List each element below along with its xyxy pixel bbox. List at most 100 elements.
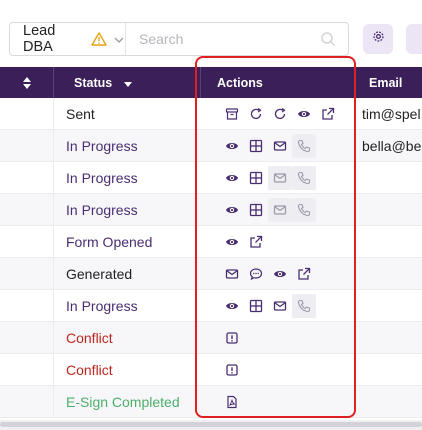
table-header: Status Actions Email bbox=[0, 67, 422, 98]
table-row[interactable]: Sent tim@spel bbox=[0, 98, 422, 130]
status-cell: In Progress bbox=[54, 130, 201, 161]
status-cell: In Progress bbox=[54, 290, 201, 321]
sort-icon bbox=[22, 76, 31, 89]
table-row[interactable]: In Progress bbox=[0, 194, 422, 226]
toolbar: Lead DBA bbox=[0, 0, 422, 66]
status-text: In Progress bbox=[66, 169, 138, 186]
email-cell[interactable] bbox=[355, 322, 422, 353]
actions-cell bbox=[201, 162, 355, 193]
mail-icon[interactable] bbox=[268, 294, 292, 318]
eye-icon[interactable] bbox=[220, 198, 244, 222]
row-select-cell[interactable] bbox=[0, 162, 54, 193]
status-cell: In Progress bbox=[54, 162, 201, 193]
phone-icon[interactable] bbox=[292, 197, 316, 222]
actions-cell bbox=[201, 258, 355, 289]
caret-down-icon bbox=[124, 81, 133, 87]
email-cell[interactable]: tim@spel bbox=[355, 98, 422, 129]
eye-icon[interactable] bbox=[220, 134, 244, 158]
email-column-header[interactable]: Email bbox=[355, 67, 422, 98]
eye-icon[interactable] bbox=[292, 102, 316, 126]
row-select-cell[interactable] bbox=[0, 290, 54, 321]
status-cell: Conflict bbox=[54, 322, 201, 353]
table-row[interactable]: In Progress bbox=[0, 162, 422, 194]
horizontal-scrollbar[interactable] bbox=[0, 420, 422, 430]
table-row[interactable]: Conflict bbox=[0, 322, 422, 354]
status-text: In Progress bbox=[66, 297, 138, 314]
status-cell: Generated bbox=[54, 258, 201, 289]
alert-icon[interactable] bbox=[220, 326, 244, 350]
warning-icon bbox=[91, 32, 107, 46]
scrollbar-thumb[interactable] bbox=[0, 422, 422, 427]
grid-icon[interactable] bbox=[244, 166, 268, 190]
eye-icon[interactable] bbox=[220, 294, 244, 318]
grid-icon[interactable] bbox=[244, 198, 268, 222]
archive-icon[interactable] bbox=[220, 102, 244, 126]
status-text: In Progress bbox=[66, 201, 138, 218]
email-cell[interactable] bbox=[355, 194, 422, 225]
settings-button[interactable] bbox=[363, 24, 393, 54]
external-link-icon[interactable] bbox=[316, 102, 340, 126]
status-column-header[interactable]: Status bbox=[54, 67, 201, 98]
actions-cell bbox=[201, 226, 355, 257]
mail-icon[interactable] bbox=[220, 262, 244, 286]
table-row[interactable]: Form Opened bbox=[0, 226, 422, 258]
mail-icon[interactable] bbox=[268, 197, 292, 222]
row-select-cell[interactable] bbox=[0, 258, 54, 289]
table-row[interactable]: In Progress bella@be bbox=[0, 130, 422, 162]
alert-icon[interactable] bbox=[220, 358, 244, 382]
grid-icon[interactable] bbox=[244, 294, 268, 318]
leads-table: Status Actions Email Sent tim@spel In Prog… bbox=[0, 67, 422, 418]
sort-column-header[interactable] bbox=[0, 67, 54, 98]
search-input[interactable] bbox=[126, 23, 320, 55]
mail-icon[interactable] bbox=[268, 134, 292, 158]
lead-dba-select[interactable]: Lead DBA bbox=[10, 23, 126, 55]
email-cell[interactable] bbox=[355, 162, 422, 193]
mail-icon[interactable] bbox=[268, 165, 292, 190]
chat-icon[interactable] bbox=[244, 262, 268, 286]
status-text: In Progress bbox=[66, 137, 138, 154]
status-text: E-Sign Completed bbox=[66, 393, 180, 410]
filter-label: Lead DBA bbox=[23, 23, 56, 55]
table-row[interactable]: Conflict bbox=[0, 354, 422, 386]
row-select-cell[interactable] bbox=[0, 354, 54, 385]
email-cell[interactable] bbox=[355, 258, 422, 289]
status-text: Sent bbox=[66, 105, 95, 122]
eye-icon[interactable] bbox=[220, 166, 244, 190]
pdf-icon[interactable] bbox=[220, 390, 244, 414]
actions-column-header: Actions bbox=[201, 67, 355, 98]
row-select-cell[interactable] bbox=[0, 322, 54, 353]
search-icon[interactable] bbox=[320, 31, 336, 47]
eye-icon[interactable] bbox=[268, 262, 292, 286]
phone-icon[interactable] bbox=[292, 293, 316, 318]
external-link-icon[interactable] bbox=[292, 262, 316, 286]
status-cell: Form Opened bbox=[54, 226, 201, 257]
refresh-icon[interactable] bbox=[268, 102, 292, 126]
refresh-icon[interactable] bbox=[244, 102, 268, 126]
email-cell[interactable] bbox=[355, 226, 422, 257]
row-select-cell[interactable] bbox=[0, 194, 54, 225]
status-text: Form Opened bbox=[66, 233, 153, 250]
row-select-cell[interactable] bbox=[0, 386, 54, 417]
status-cell: E-Sign Completed bbox=[54, 386, 201, 417]
table-row[interactable]: In Progress bbox=[0, 290, 422, 322]
row-select-cell[interactable] bbox=[0, 226, 54, 257]
email-cell[interactable]: bella@be bbox=[355, 130, 422, 161]
chevron-down-icon bbox=[113, 33, 125, 45]
actions-cell bbox=[201, 130, 355, 161]
grid-icon[interactable] bbox=[244, 134, 268, 158]
status-header-label: Status bbox=[74, 75, 113, 90]
phone-icon[interactable] bbox=[292, 165, 316, 190]
table-row[interactable]: E-Sign Completed bbox=[0, 386, 422, 418]
email-cell[interactable] bbox=[355, 290, 422, 321]
row-select-cell[interactable] bbox=[0, 130, 54, 161]
row-select-cell[interactable] bbox=[0, 98, 54, 129]
table-row[interactable]: Generated bbox=[0, 258, 422, 290]
gear-icon bbox=[372, 30, 385, 48]
toolbar-extra-button[interactable] bbox=[406, 24, 422, 54]
eye-icon[interactable] bbox=[220, 230, 244, 254]
email-cell[interactable] bbox=[355, 386, 422, 417]
external-link-icon[interactable] bbox=[244, 230, 268, 254]
email-cell[interactable] bbox=[355, 354, 422, 385]
actions-header-label: Actions bbox=[217, 75, 263, 90]
phone-icon[interactable] bbox=[292, 133, 316, 158]
